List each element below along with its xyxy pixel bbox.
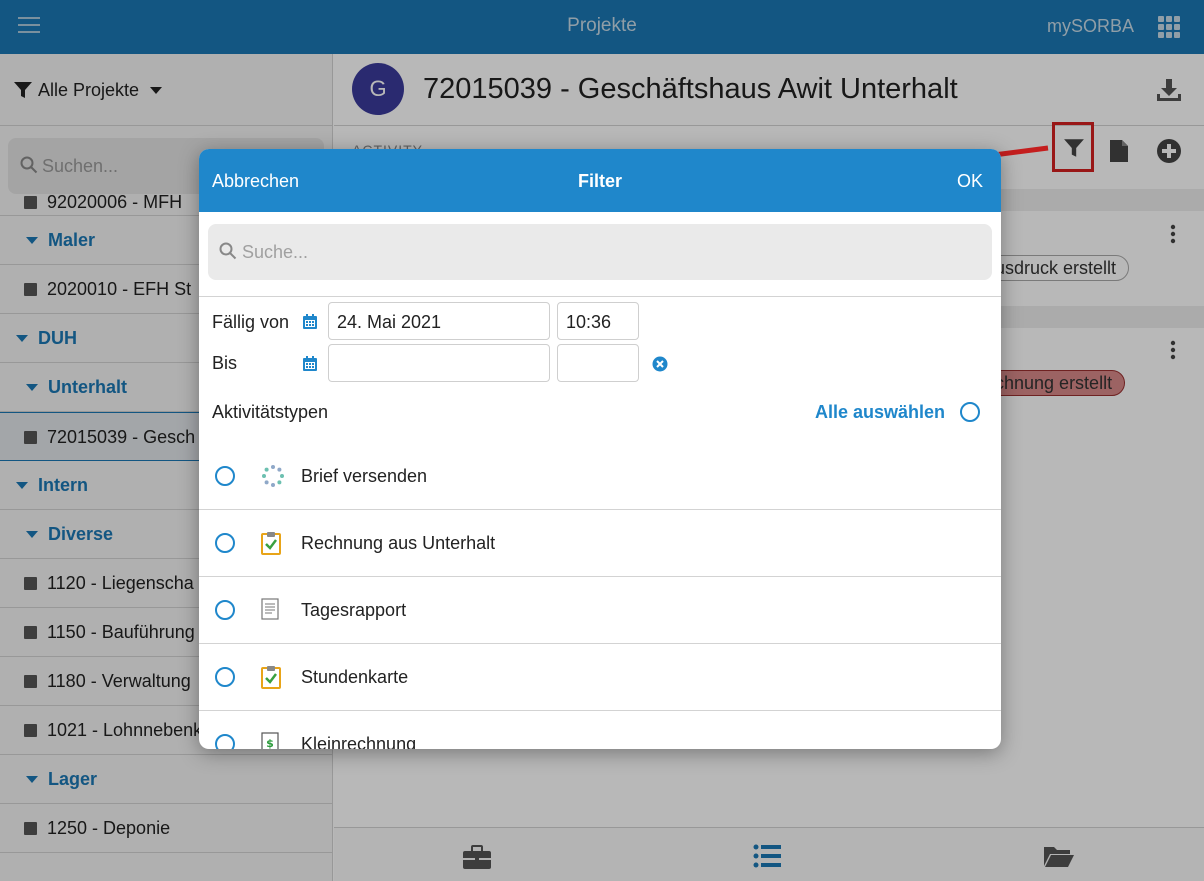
activity-type-radio[interactable] <box>215 734 235 749</box>
activity-type-label: Brief versenden <box>301 466 428 486</box>
spinner-icon <box>261 464 285 493</box>
activity-type-radio[interactable] <box>215 533 235 553</box>
activity-type-row[interactable]: Tagesrapport <box>199 577 1001 644</box>
calendar-icon[interactable] <box>303 356 317 371</box>
activity-type-row[interactable]: Stundenkarte <box>199 644 1001 711</box>
dialog-title: Filter <box>577 171 622 191</box>
activity-type-label: Kleinrechnung <box>301 734 417 749</box>
due-from-time-field[interactable]: 10:36 <box>557 302 639 340</box>
until-date-field[interactable] <box>328 344 550 382</box>
clipboard-check-icon <box>261 665 281 694</box>
due-from-date-field[interactable]: 24. Mai 2021 <box>328 302 550 340</box>
document-lines-icon <box>261 598 279 625</box>
search-icon <box>219 242 237 260</box>
activity-type-radio[interactable] <box>215 600 235 620</box>
activity-type-label: Stundenkarte <box>301 667 409 687</box>
filter-search-input[interactable]: Suche... <box>208 224 992 280</box>
invoice-dollar-icon: $ <box>261 732 279 749</box>
clear-icon[interactable] <box>652 356 668 372</box>
filter-dialog-header: Abbrechen Filter OK <box>199 149 1001 212</box>
activity-types-label: Aktivitätstypen <box>212 402 329 422</box>
activity-type-radio[interactable] <box>215 466 235 486</box>
until-label: Bis <box>212 353 238 373</box>
divider <box>199 296 1001 297</box>
svg-text:$: $ <box>266 737 274 749</box>
until-time-field[interactable] <box>557 344 639 382</box>
filter-dialog: Abbrechen Filter OK Suche... Fällig von … <box>199 149 1001 749</box>
activity-type-row[interactable]: $ Kleinrechnung <box>199 711 1001 749</box>
activity-type-row[interactable]: Rechnung aus Unterhalt <box>199 510 1001 577</box>
calendar-icon[interactable] <box>303 314 317 329</box>
select-all-button[interactable]: Alle auswählen <box>815 402 945 423</box>
activity-type-label: Tagesrapport <box>301 600 407 620</box>
clipboard-check-icon <box>261 531 281 560</box>
activity-type-label: Rechnung aus Unterhalt <box>301 533 496 553</box>
ok-button[interactable]: OK <box>957 171 983 192</box>
activity-type-radio[interactable] <box>215 667 235 687</box>
activity-type-list: Brief versenden Rechnung aus Unterhalt Tag… <box>199 443 1001 749</box>
filter-search-placeholder: Suche... <box>242 242 309 262</box>
select-all-radio[interactable] <box>960 402 980 422</box>
due-from-label: Fällig von <box>212 312 290 332</box>
activity-type-row[interactable]: Brief versenden <box>199 443 1001 510</box>
